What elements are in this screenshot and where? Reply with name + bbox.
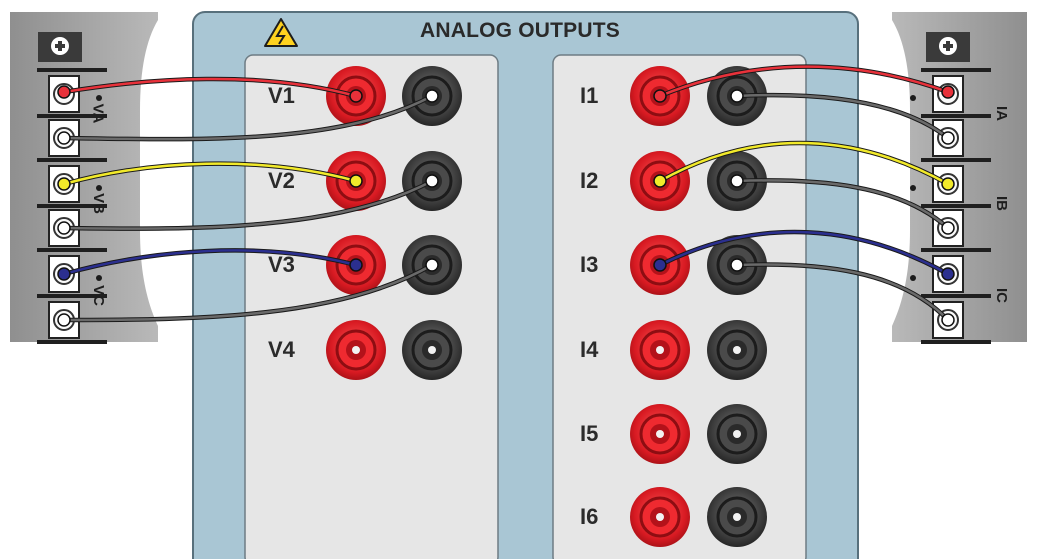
wire-plug xyxy=(57,267,71,281)
channel-label-v4: V4 xyxy=(268,337,295,362)
socket-i6-negative[interactable] xyxy=(707,487,767,547)
socket-i5-negative[interactable] xyxy=(707,404,767,464)
panel-title: ANALOG OUTPUTS xyxy=(420,19,620,42)
wire-plug xyxy=(349,258,363,272)
socket-v4-positive[interactable] xyxy=(326,320,386,380)
socket-i4-positive[interactable] xyxy=(630,320,690,380)
terminal-group-label-vc: VC xyxy=(89,285,107,306)
wire-plug xyxy=(941,313,955,327)
wire-plug xyxy=(57,221,71,235)
current-outputs-subpanel xyxy=(552,54,807,559)
polarity-dot xyxy=(96,275,102,281)
wire-plug xyxy=(730,89,744,103)
wire-plug xyxy=(425,174,439,188)
wire-plug xyxy=(57,313,71,327)
channel-label-i6: I6 xyxy=(580,504,599,529)
polarity-dot xyxy=(96,185,102,191)
channel-label-v3: V3 xyxy=(268,252,295,277)
wire-plug xyxy=(653,89,667,103)
polarity-dot xyxy=(910,185,916,191)
terminal-group-label-ia: IA xyxy=(993,106,1010,121)
channel-label-v2: V2 xyxy=(268,168,295,193)
wire-plug xyxy=(57,131,71,145)
wire-plug xyxy=(349,174,363,188)
wire-plug xyxy=(730,174,744,188)
plus-circle-icon xyxy=(939,37,957,55)
channel-label-i2: I2 xyxy=(580,168,599,193)
wire-plug xyxy=(425,89,439,103)
channel-label-i4: I4 xyxy=(580,337,599,362)
channel-label-i3: I3 xyxy=(580,252,599,277)
wire-plug xyxy=(57,177,71,191)
wire-plug xyxy=(730,258,744,272)
plus-circle-icon xyxy=(51,37,69,55)
terminal-group-label-ic: IC xyxy=(993,288,1010,303)
wire-plug xyxy=(941,177,955,191)
wire-plug xyxy=(653,174,667,188)
polarity-dot xyxy=(910,95,916,101)
wire-plug xyxy=(653,258,667,272)
wire-plug xyxy=(941,85,955,99)
socket-i4-negative[interactable] xyxy=(707,320,767,380)
polarity-dot xyxy=(910,275,916,281)
wire-plug xyxy=(941,221,955,235)
socket-i6-positive[interactable] xyxy=(630,487,690,547)
terminal-group-label-ib: IB xyxy=(993,196,1010,211)
wire-plug xyxy=(349,89,363,103)
terminal-group-label-va: VA xyxy=(89,103,107,124)
socket-v4-negative[interactable] xyxy=(402,320,462,380)
wire-plug xyxy=(57,85,71,99)
polarity-dot xyxy=(96,95,102,101)
terminal-group-label-vb: VB xyxy=(89,193,107,214)
wire-plug xyxy=(941,131,955,145)
wire-plug xyxy=(941,267,955,281)
channel-label-i5: I5 xyxy=(580,421,599,446)
channel-label-v1: V1 xyxy=(268,83,295,108)
channel-label-i1: I1 xyxy=(580,83,599,108)
wire-plug xyxy=(425,258,439,272)
voltage-outputs-subpanel xyxy=(244,54,499,559)
socket-i5-positive[interactable] xyxy=(630,404,690,464)
